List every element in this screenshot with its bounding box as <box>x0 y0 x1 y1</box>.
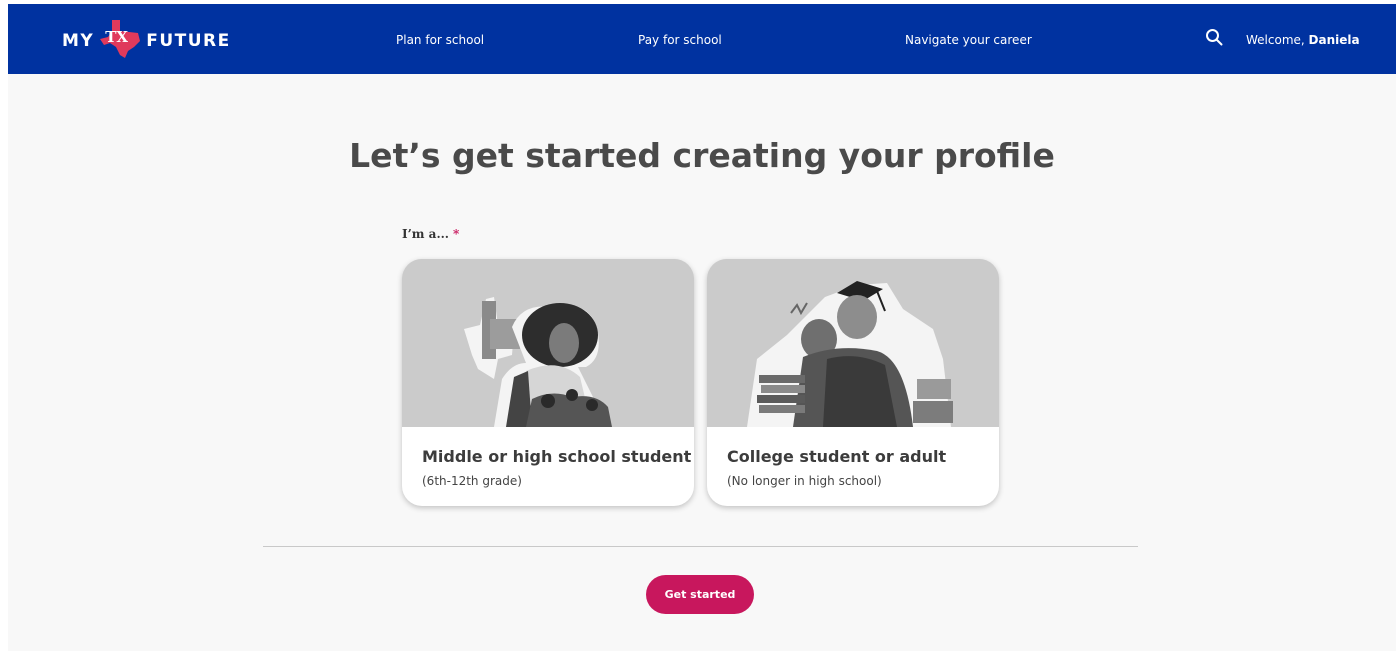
texas-logo-icon: TX <box>98 20 142 59</box>
option-title: Middle or high school student <box>422 447 692 466</box>
logo-mark: TX <box>105 28 129 46</box>
option-card-college-adult[interactable]: College student or adult (No longer in h… <box>707 259 999 506</box>
get-started-button[interactable]: Get started <box>646 575 754 614</box>
search-icon[interactable] <box>1205 28 1223 50</box>
role-field-label-text: I’m a... <box>402 227 449 241</box>
option-title: College student or adult <box>727 447 947 466</box>
welcome-prefix: Welcome, <box>1246 33 1305 47</box>
top-navbar: MY TX FUTURE Plan for school Pay for sch… <box>8 4 1396 74</box>
student-photo-collage <box>402 259 694 427</box>
required-marker: * <box>452 227 460 241</box>
section-divider <box>263 546 1138 547</box>
nav-plan-for-school[interactable]: Plan for school <box>396 33 484 47</box>
nav-navigate-your-career[interactable]: Navigate your career <box>905 33 1032 47</box>
option-subtitle: (6th-12th grade) <box>422 474 522 488</box>
graduate-photo-collage <box>707 259 999 427</box>
site-logo[interactable]: MY TX FUTURE <box>62 20 231 59</box>
logo-text-left: MY <box>62 31 95 51</box>
window-frame-left <box>0 0 8 651</box>
user-name: Daniela <box>1308 33 1360 47</box>
option-subtitle: (No longer in high school) <box>727 474 882 488</box>
welcome-message[interactable]: Welcome, Daniela <box>1246 33 1360 47</box>
role-field-label: I’m a... * <box>402 227 459 241</box>
page-title: Let’s get started creating your profile <box>349 136 1055 175</box>
option-card-middle-high-school[interactable]: Middle or high school student (6th-12th … <box>402 259 694 506</box>
logo-text-right: FUTURE <box>146 31 231 51</box>
nav-pay-for-school[interactable]: Pay for school <box>638 33 722 47</box>
